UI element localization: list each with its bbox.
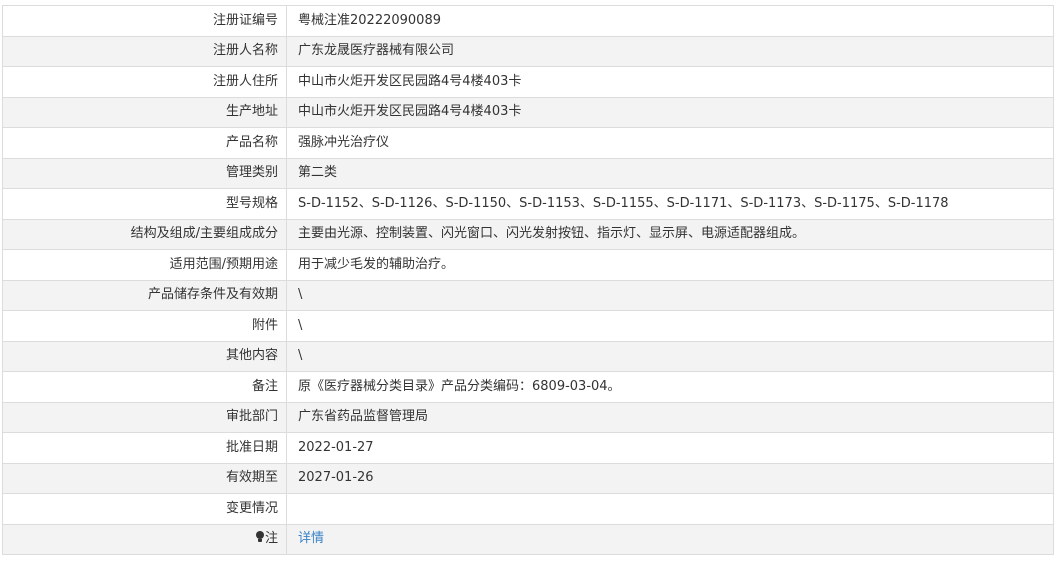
row-change-status: 变更情况 bbox=[2, 493, 1054, 525]
note-label-text: 注 bbox=[264, 531, 278, 547]
row-production-address: 生产地址 中山市火炬开发区民园路4号4楼403卡 bbox=[2, 96, 1054, 128]
value-registration-number: 粤械注准20222090089 bbox=[286, 5, 1054, 37]
label-other-content: 其他内容 bbox=[2, 340, 287, 372]
bulb-icon bbox=[255, 531, 264, 543]
value-model-specification: S-D-1152、S-D-1126、S-D-1150、S-D-1153、S-D-… bbox=[286, 188, 1054, 220]
label-intended-use: 适用范围/预期用途 bbox=[2, 249, 287, 281]
row-registrant-address: 注册人住所 中山市火炬开发区民园路4号4楼403卡 bbox=[2, 66, 1054, 98]
row-structure-composition: 结构及组成/主要组成成分 主要由光源、控制装置、闪光窗口、闪光发射按钮、指示灯、… bbox=[2, 218, 1054, 250]
label-production-address: 生产地址 bbox=[2, 96, 287, 128]
label-structure-composition: 结构及组成/主要组成成分 bbox=[2, 218, 287, 250]
label-valid-until: 有效期至 bbox=[2, 462, 287, 494]
label-registrant-address: 注册人住所 bbox=[2, 66, 287, 98]
value-structure-composition: 主要由光源、控制装置、闪光窗口、闪光发射按钮、指示灯、显示屏、电源适配器组成。 bbox=[286, 218, 1054, 250]
row-registration-number: 注册证编号 粤械注准20222090089 bbox=[2, 5, 1054, 37]
row-approval-date: 批准日期 2022-01-27 bbox=[2, 432, 1054, 464]
row-management-category: 管理类别 第二类 bbox=[2, 157, 1054, 189]
label-management-category: 管理类别 bbox=[2, 157, 287, 189]
row-note: 注 详情 bbox=[2, 523, 1054, 555]
value-remarks: 原《医疗器械分类目录》产品分类编码：6809-03-04。 bbox=[286, 371, 1054, 403]
value-other-content: \ bbox=[286, 340, 1054, 372]
value-accessories: \ bbox=[286, 310, 1054, 342]
row-model-specification: 型号规格 S-D-1152、S-D-1126、S-D-1150、S-D-1153… bbox=[2, 188, 1054, 220]
value-approval-date: 2022-01-27 bbox=[286, 432, 1054, 464]
value-product-name: 强脉冲光治疗仪 bbox=[286, 127, 1054, 159]
value-management-category: 第二类 bbox=[286, 157, 1054, 189]
registration-detail-table: 注册证编号 粤械注准20222090089 注册人名称 广东龙晟医疗器械有限公司… bbox=[2, 5, 1054, 555]
value-approval-department: 广东省药品监督管理局 bbox=[286, 401, 1054, 433]
row-accessories: 附件 \ bbox=[2, 310, 1054, 342]
details-link[interactable]: 详情 bbox=[298, 531, 324, 546]
label-approval-date: 批准日期 bbox=[2, 432, 287, 464]
value-storage-conditions: \ bbox=[286, 279, 1054, 311]
label-remarks: 备注 bbox=[2, 371, 287, 403]
label-note: 注 bbox=[2, 523, 287, 555]
row-remarks: 备注 原《医疗器械分类目录》产品分类编码：6809-03-04。 bbox=[2, 371, 1054, 403]
label-storage-conditions: 产品储存条件及有效期 bbox=[2, 279, 287, 311]
label-accessories: 附件 bbox=[2, 310, 287, 342]
value-registrant-address: 中山市火炬开发区民园路4号4楼403卡 bbox=[286, 66, 1054, 98]
row-approval-department: 审批部门 广东省药品监督管理局 bbox=[2, 401, 1054, 433]
row-storage-conditions: 产品储存条件及有效期 \ bbox=[2, 279, 1054, 311]
label-approval-department: 审批部门 bbox=[2, 401, 287, 433]
row-product-name: 产品名称 强脉冲光治疗仪 bbox=[2, 127, 1054, 159]
value-note: 详情 bbox=[286, 523, 1054, 555]
row-valid-until: 有效期至 2027-01-26 bbox=[2, 462, 1054, 494]
value-valid-until: 2027-01-26 bbox=[286, 462, 1054, 494]
label-registration-number: 注册证编号 bbox=[2, 5, 287, 37]
row-other-content: 其他内容 \ bbox=[2, 340, 1054, 372]
value-production-address: 中山市火炬开发区民园路4号4楼403卡 bbox=[286, 96, 1054, 128]
row-registrant-name: 注册人名称 广东龙晟医疗器械有限公司 bbox=[2, 35, 1054, 67]
value-change-status bbox=[286, 493, 1054, 525]
registration-detail-panel: 注册证编号 粤械注准20222090089 注册人名称 广东龙晟医疗器械有限公司… bbox=[2, 5, 1056, 555]
label-registrant-name: 注册人名称 bbox=[2, 35, 287, 67]
label-model-specification: 型号规格 bbox=[2, 188, 287, 220]
label-change-status: 变更情况 bbox=[2, 493, 287, 525]
value-intended-use: 用于减少毛发的辅助治疗。 bbox=[286, 249, 1054, 281]
value-registrant-name: 广东龙晟医疗器械有限公司 bbox=[286, 35, 1054, 67]
row-intended-use: 适用范围/预期用途 用于减少毛发的辅助治疗。 bbox=[2, 249, 1054, 281]
label-product-name: 产品名称 bbox=[2, 127, 287, 159]
